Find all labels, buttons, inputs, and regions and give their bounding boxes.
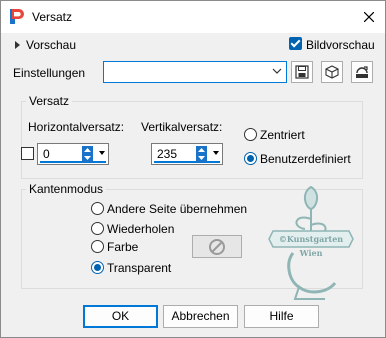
radio-transparent[interactable]: Transparent xyxy=(91,260,181,276)
radio-wrap-other-side[interactable]: Andere Seite übernehmen xyxy=(91,201,251,217)
app-logo-icon xyxy=(10,9,24,24)
edge-option-label: Farbe xyxy=(107,240,139,254)
save-preset-button[interactable] xyxy=(291,61,313,83)
link-checkbox[interactable] xyxy=(21,147,34,160)
edge-option-label: Transparent xyxy=(107,261,172,275)
horizontal-offset-value: 0 xyxy=(43,147,50,161)
offset-group-title: Versatz xyxy=(26,94,73,108)
dropdown-arrow-icon[interactable] xyxy=(99,151,105,155)
cube-icon xyxy=(325,65,339,79)
radio-off-icon xyxy=(91,240,104,253)
reset-preset-button[interactable] xyxy=(351,61,373,83)
help-button[interactable]: Hilfe xyxy=(244,305,319,328)
focus-underline xyxy=(154,161,220,163)
image-preview-checkbox[interactable]: Bildvorschau xyxy=(288,37,378,53)
radio-custom-label: Benutzerdefiniert xyxy=(260,152,351,166)
ok-button[interactable]: OK xyxy=(83,305,158,328)
vertical-offset-spinner[interactable]: 235 xyxy=(151,143,223,165)
presets-combobox[interactable] xyxy=(103,61,287,83)
watermark-line2: Wien xyxy=(299,248,323,258)
presets-label: Einstellungen xyxy=(13,66,86,80)
radio-centered-label: Zentriert xyxy=(260,128,305,142)
preview-label: Vorschau xyxy=(26,38,77,52)
radio-centered[interactable]: Zentriert xyxy=(244,127,354,143)
radio-on-icon xyxy=(244,152,257,165)
color-swatch-button[interactable] xyxy=(192,235,242,258)
no-color-icon xyxy=(209,238,225,255)
radio-off-icon xyxy=(91,202,104,215)
chevron-down-icon xyxy=(272,68,282,74)
kunstgarten-watermark: ©Kunstgarten Wien xyxy=(268,185,354,300)
title-bar: Versatz xyxy=(1,1,385,33)
radio-custom[interactable]: Benutzerdefiniert xyxy=(244,151,364,167)
window-title: Versatz xyxy=(32,10,73,24)
dropdown-arrow-icon[interactable] xyxy=(213,151,219,155)
cancel-button[interactable]: Abbrechen xyxy=(163,305,238,328)
edge-option-label: Wiederholen xyxy=(107,222,175,236)
reset-tool-icon xyxy=(356,66,368,78)
close-button[interactable] xyxy=(361,9,377,25)
edge-mode-group-title: Kantenmodus xyxy=(26,182,107,196)
horizontal-offset-label: Horizontalversatz: xyxy=(28,120,125,134)
watermark-line1: ©Kunstgarten xyxy=(279,234,343,244)
radio-off-icon xyxy=(244,128,257,141)
radio-on-icon xyxy=(91,261,104,274)
image-preview-label: Bildvorschau xyxy=(306,38,375,52)
up-down-arrows-icon[interactable] xyxy=(82,146,93,162)
focus-underline xyxy=(40,161,106,163)
up-down-arrows-icon[interactable] xyxy=(196,146,207,162)
preview-toggle[interactable]: Vorschau xyxy=(13,37,93,53)
vertical-offset-value: 235 xyxy=(157,147,178,161)
expand-arrow-icon xyxy=(15,41,20,49)
vertical-offset-label: Vertikalversatz: xyxy=(141,120,223,134)
close-icon xyxy=(364,12,374,22)
edge-option-label: Andere Seite übernehmen xyxy=(107,202,248,216)
floppy-disk-icon xyxy=(295,65,309,79)
radio-off-icon xyxy=(91,222,104,235)
dialog-window: Versatz Vorschau Bildvorschau Einstellun… xyxy=(0,0,386,338)
radio-repeat[interactable]: Wiederholen xyxy=(91,221,191,237)
checkbox-checked-icon xyxy=(289,37,302,50)
preset-3d-button[interactable] xyxy=(321,61,343,83)
radio-color[interactable]: Farbe xyxy=(91,239,161,255)
horizontal-offset-spinner[interactable]: 0 xyxy=(37,143,109,165)
